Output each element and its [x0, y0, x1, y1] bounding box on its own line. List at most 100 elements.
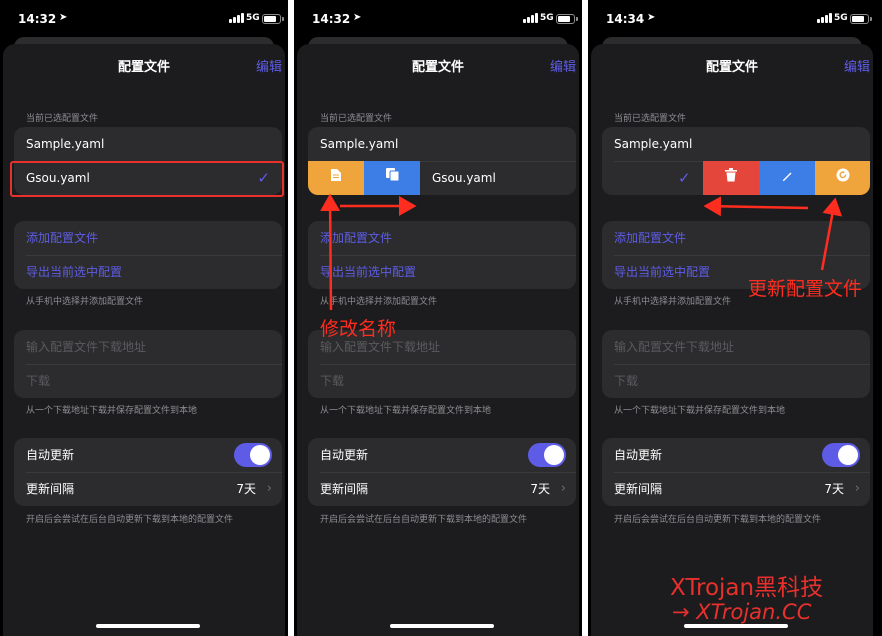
- section-header-current: 当前已选配置文件: [320, 114, 393, 124]
- add-config-card: 添加配置文件 导出当前选中配置: [308, 221, 576, 289]
- edit-button[interactable]: 编辑: [844, 56, 870, 75]
- auto-update-row: 自动更新: [14, 438, 282, 472]
- export-config-button[interactable]: 导出当前选中配置: [14, 255, 282, 289]
- config-item-sample[interactable]: Sample.yaml: [308, 127, 576, 161]
- edit-button[interactable]: 编辑: [256, 56, 282, 75]
- update-interval-value: 7天: [530, 482, 550, 496]
- swipe-action-document[interactable]: [308, 161, 364, 195]
- add-config-button[interactable]: 添加配置文件: [602, 221, 870, 255]
- download-card: 输入配置文件下载地址 下载: [14, 330, 282, 398]
- export-config-label: 导出当前选中配置: [614, 265, 711, 279]
- status-bar: 14:32 ➤ 5G: [294, 0, 582, 40]
- download-button[interactable]: 下载: [14, 364, 282, 398]
- auto-update-card: 自动更新 更新间隔 7天 ›: [308, 438, 576, 506]
- annotation-rename: 修改名称: [320, 318, 397, 340]
- refresh-icon: [836, 168, 850, 185]
- row-separator: [320, 364, 576, 365]
- copy-icon: [385, 168, 400, 185]
- download-button[interactable]: 下载: [602, 364, 870, 398]
- update-interval-value: 7天: [236, 482, 256, 496]
- config-item-label: Sample.yaml: [26, 137, 105, 151]
- highlight-box: [10, 161, 284, 197]
- download-card: 输入配置文件下载地址 下载: [602, 330, 870, 398]
- battery-icon: [556, 14, 578, 24]
- export-config-label: 导出当前选中配置: [26, 265, 123, 279]
- location-arrow-icon: ➤: [647, 12, 656, 23]
- swipe-action-refresh[interactable]: [815, 161, 870, 195]
- config-item-gsou-swiped[interactable]: ✓: [602, 161, 870, 195]
- status-bar: 14:34 ➤ 5G: [588, 0, 882, 40]
- current-config-card: Sample.yaml ✓: [602, 127, 870, 195]
- config-item-sample[interactable]: Sample.yaml: [14, 127, 282, 161]
- chevron-right-icon: ›: [854, 481, 860, 496]
- config-item-gsou-swiped[interactable]: Gsou.yaml: [308, 161, 576, 195]
- cellular-signal-icon: [523, 13, 538, 23]
- edit-button[interactable]: 编辑: [550, 56, 576, 75]
- auto-update-toggle[interactable]: [528, 443, 566, 467]
- document-icon: [330, 169, 342, 185]
- auto-update-toggle[interactable]: [234, 443, 272, 467]
- add-config-card: 添加配置文件 导出当前选中配置: [14, 221, 282, 289]
- auto-update-label: 自动更新: [320, 448, 369, 462]
- watermark-title: XTrojan黑科技: [670, 575, 824, 601]
- add-config-button[interactable]: 添加配置文件: [308, 221, 576, 255]
- download-label: 下载: [614, 374, 639, 388]
- row-separator: [614, 255, 870, 256]
- download-label: 下载: [26, 374, 51, 388]
- cellular-signal-icon: [229, 13, 244, 23]
- location-arrow-icon: ➤: [353, 12, 362, 23]
- current-config-card: Sample.yaml Gsou.yaml: [308, 127, 576, 195]
- swipe-action-rename[interactable]: [759, 161, 815, 195]
- network-type: 5G: [246, 13, 260, 23]
- trash-icon: [725, 168, 737, 185]
- auto-update-footer: 开启后会尝试在后台自动更新下载到本地的配置文件: [320, 515, 528, 525]
- update-interval-label: 更新间隔: [320, 482, 369, 496]
- status-time: 14:34: [606, 12, 645, 26]
- pencil-icon: [781, 171, 793, 185]
- update-interval-row[interactable]: 更新间隔 7天 ›: [14, 472, 282, 506]
- swipe-action-copy[interactable]: [364, 161, 420, 195]
- auto-update-label: 自动更新: [26, 448, 75, 462]
- auto-update-card: 自动更新 更新间隔 7天 ›: [602, 438, 870, 506]
- row-separator: [26, 255, 282, 256]
- download-section-footer: 从一个下载地址下载并保存配置文件到本地: [320, 406, 492, 416]
- auto-update-label: 自动更新: [614, 448, 663, 462]
- annotation-update: 更新配置文件: [748, 278, 863, 300]
- auto-update-card: 自动更新 更新间隔 7天 ›: [14, 438, 282, 506]
- auto-update-footer: 开启后会尝试在后台自动更新下载到本地的配置文件: [26, 515, 234, 525]
- download-url-input[interactable]: 输入配置文件下载地址: [602, 330, 870, 364]
- download-section-footer: 从一个下载地址下载并保存配置文件到本地: [614, 406, 786, 416]
- chevron-right-icon: ›: [266, 481, 272, 496]
- download-button[interactable]: 下载: [308, 364, 576, 398]
- row-separator: [320, 255, 576, 256]
- battery-icon: [262, 14, 284, 24]
- home-indicator: [96, 624, 200, 628]
- location-arrow-icon: ➤: [59, 12, 68, 23]
- page-title: 配置文件: [705, 60, 758, 75]
- add-section-footer: 从手机中选择并添加配置文件: [320, 297, 438, 307]
- network-type: 5G: [540, 13, 554, 23]
- download-url-input[interactable]: 输入配置文件下载地址: [14, 330, 282, 364]
- config-item-sample[interactable]: Sample.yaml: [602, 127, 870, 161]
- home-indicator: [684, 624, 788, 628]
- auto-update-row: 自动更新: [308, 438, 576, 472]
- phone-screen-2: 14:32 ➤ 5G 配置文件 编辑 当前已选配置文件 Sample.yaml …: [294, 0, 582, 636]
- update-interval-row[interactable]: 更新间隔 7天 ›: [308, 472, 576, 506]
- phone-screen-1: 14:32 ➤ 5G 配置文件 编辑 当前已选配置文件 Sample.yaml …: [0, 0, 288, 636]
- network-type: 5G: [834, 13, 848, 23]
- row-separator: [26, 364, 282, 365]
- phone-screen-3: 14:34 ➤ 5G 配置文件 编辑 当前已选配置文件 Sample.yaml …: [588, 0, 882, 636]
- swipe-action-delete[interactable]: [703, 161, 759, 195]
- update-interval-value: 7天: [824, 482, 844, 496]
- download-section-footer: 从一个下载地址下载并保存配置文件到本地: [26, 406, 198, 416]
- download-label: 下载: [320, 374, 345, 388]
- auto-update-toggle[interactable]: [822, 443, 860, 467]
- export-config-button[interactable]: 导出当前选中配置: [308, 255, 576, 289]
- battery-icon: [850, 14, 872, 24]
- update-interval-row[interactable]: 更新间隔 7天 ›: [602, 472, 870, 506]
- status-time: 14:32: [18, 12, 57, 26]
- add-config-button[interactable]: 添加配置文件: [14, 221, 282, 255]
- config-item-label: Sample.yaml: [320, 137, 399, 151]
- status-time: 14:32: [312, 12, 351, 26]
- add-section-footer: 从手机中选择并添加配置文件: [26, 297, 144, 307]
